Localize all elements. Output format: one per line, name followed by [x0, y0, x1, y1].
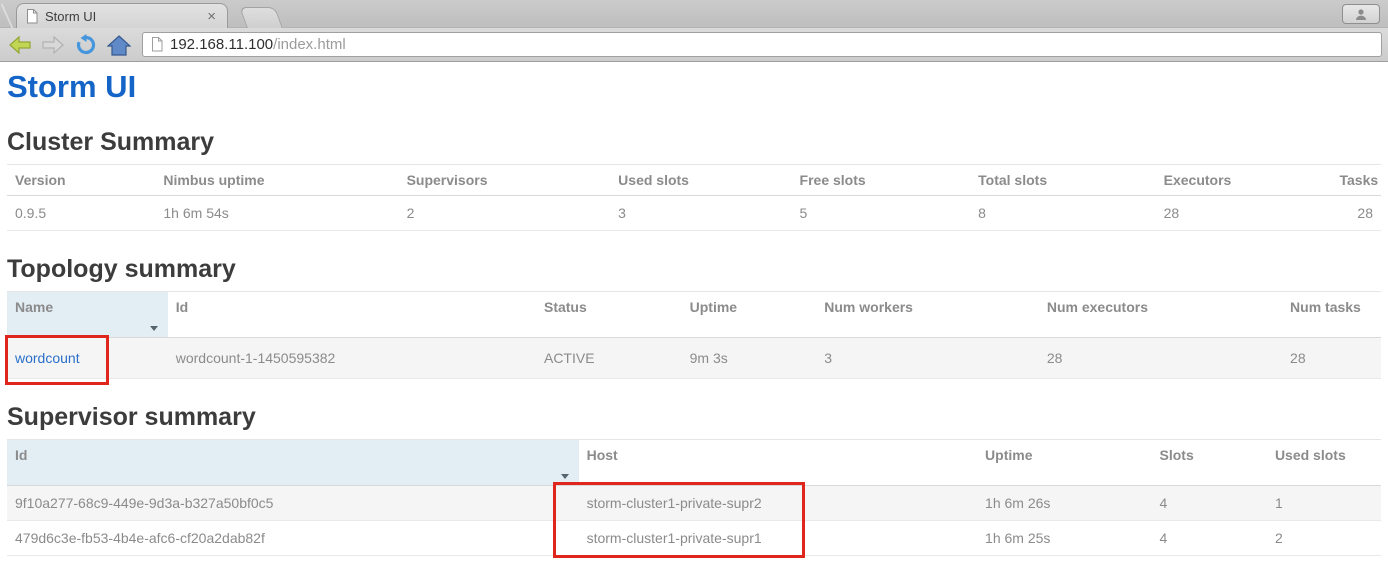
- cell-topology-num-executors: 28: [1039, 338, 1282, 379]
- topology-header-row: Name Id Status Uptime Num workers Num ex…: [7, 292, 1381, 338]
- column-header-version[interactable]: Version: [7, 165, 155, 196]
- page-title[interactable]: Storm UI: [7, 70, 1381, 104]
- column-header-num-workers[interactable]: Num workers: [816, 292, 1039, 338]
- url-bar[interactable]: 192.168.11.100/index.html: [142, 32, 1382, 57]
- topology-link-wordcount[interactable]: wordcount: [15, 350, 80, 366]
- cell-supervisor-uptime: 1h 6m 26s: [977, 486, 1151, 521]
- home-icon: [107, 34, 131, 56]
- topology-row-wordcount: wordcount wordcount-1-1450595382 ACTIVE …: [7, 338, 1381, 379]
- sort-desc-icon: [561, 474, 569, 479]
- url-text: 192.168.11.100/index.html: [170, 36, 346, 54]
- sort-desc-icon: [150, 326, 158, 331]
- cell-free-slots: 5: [792, 196, 971, 231]
- cell-topology-uptime: 9m 3s: [682, 338, 817, 379]
- column-header-used-slots[interactable]: Used slots: [1267, 440, 1381, 486]
- cell-total-slots: 8: [970, 196, 1155, 231]
- supervisor-row-2: 479d6c3e-fb53-4b4e-afc6-cf20a2dab82f sto…: [7, 521, 1381, 556]
- cell-supervisor-slots: 4: [1152, 521, 1267, 556]
- cell-supervisor-host: storm-cluster1-private-supr2: [579, 486, 977, 521]
- cell-topology-name: wordcount: [7, 338, 168, 379]
- tab-title: Storm UI: [45, 9, 198, 24]
- supervisor-header-row: Id Host Uptime Slots Used slots: [7, 440, 1381, 486]
- cell-tasks: 28: [1331, 196, 1381, 231]
- cluster-summary-heading: Cluster Summary: [7, 128, 1381, 156]
- column-header-host[interactable]: Host: [579, 440, 977, 486]
- column-header-used-slots[interactable]: Used slots: [610, 165, 791, 196]
- supervisor-row-1: 9f10a277-68c9-449e-9d3a-b327a50bf0c5 sto…: [7, 486, 1381, 521]
- profile-button[interactable]: [1342, 4, 1380, 24]
- refresh-icon: [75, 34, 97, 56]
- new-tab-button[interactable]: [239, 7, 283, 28]
- browser-toolbar: 192.168.11.100/index.html: [0, 28, 1388, 62]
- storm-ui-page: Storm UI Cluster Summary Version Nimbus …: [0, 62, 1388, 556]
- cell-supervisor-id: 9f10a277-68c9-449e-9d3a-b327a50bf0c5: [7, 486, 579, 521]
- column-header-supervisors[interactable]: Supervisors: [399, 165, 611, 196]
- browser-chrome: Storm UI ×: [0, 0, 1388, 62]
- forward-button[interactable]: [39, 33, 67, 57]
- supervisor-summary-heading: Supervisor summary: [7, 403, 1381, 431]
- column-header-slots[interactable]: Slots: [1152, 440, 1267, 486]
- column-header-id[interactable]: Id: [168, 292, 536, 338]
- cell-topology-num-tasks: 28: [1282, 338, 1381, 379]
- column-header-name[interactable]: Name: [7, 292, 168, 338]
- column-header-uptime[interactable]: Uptime: [977, 440, 1151, 486]
- column-header-id[interactable]: Id: [7, 440, 579, 486]
- cell-used-slots: 3: [610, 196, 791, 231]
- column-header-executors[interactable]: Executors: [1156, 165, 1332, 196]
- home-button[interactable]: [105, 33, 133, 57]
- forward-icon: [41, 35, 65, 55]
- page-icon: [26, 9, 38, 24]
- tab-bar: Storm UI ×: [0, 0, 1388, 28]
- refresh-button[interactable]: [72, 33, 100, 57]
- column-header-num-tasks[interactable]: Num tasks: [1282, 292, 1381, 338]
- supervisor-summary-table: Id Host Uptime Slots Used slots 9f10a277…: [7, 439, 1381, 556]
- cell-supervisor-host: storm-cluster1-private-supr1: [579, 521, 977, 556]
- close-icon[interactable]: ×: [205, 9, 218, 24]
- cluster-header-row: Version Nimbus uptime Supervisors Used s…: [7, 165, 1381, 196]
- topology-summary-heading: Topology summary: [7, 255, 1381, 283]
- back-button[interactable]: [6, 33, 34, 57]
- cell-topology-status: ACTIVE: [536, 338, 682, 379]
- column-header-status[interactable]: Status: [536, 292, 682, 338]
- cell-supervisors: 2: [399, 196, 611, 231]
- cell-supervisor-uptime: 1h 6m 25s: [977, 521, 1151, 556]
- topology-summary-table: Name Id Status Uptime Num workers Num ex…: [7, 291, 1381, 379]
- back-icon: [8, 35, 32, 55]
- cell-supervisor-used-slots: 1: [1267, 486, 1381, 521]
- column-header-total-slots[interactable]: Total slots: [970, 165, 1155, 196]
- column-header-uptime[interactable]: Uptime: [682, 292, 817, 338]
- cell-supervisor-slots: 4: [1152, 486, 1267, 521]
- page-icon: [151, 37, 163, 52]
- cluster-data-row: 0.9.5 1h 6m 54s 2 3 5 8 28 28: [7, 196, 1381, 231]
- url-host: 192.168.11.100: [170, 36, 273, 53]
- cell-supervisor-used-slots: 2: [1267, 521, 1381, 556]
- column-header-nimbus-uptime[interactable]: Nimbus uptime: [155, 165, 398, 196]
- column-header-num-executors[interactable]: Num executors: [1039, 292, 1282, 338]
- cell-topology-id: wordcount-1-1450595382: [168, 338, 536, 379]
- cell-version: 0.9.5: [7, 196, 155, 231]
- cell-supervisor-id: 479d6c3e-fb53-4b4e-afc6-cf20a2dab82f: [7, 521, 579, 556]
- cell-topology-num-workers: 3: [816, 338, 1039, 379]
- url-path: /index.html: [273, 36, 346, 53]
- profile-icon: [1354, 8, 1368, 21]
- browser-tab[interactable]: Storm UI ×: [16, 3, 228, 28]
- cell-executors: 28: [1156, 196, 1332, 231]
- column-header-tasks[interactable]: Tasks: [1331, 165, 1381, 196]
- column-header-free-slots[interactable]: Free slots: [792, 165, 971, 196]
- cluster-summary-table: Version Nimbus uptime Supervisors Used s…: [7, 164, 1381, 231]
- cell-nimbus-uptime: 1h 6m 54s: [155, 196, 398, 231]
